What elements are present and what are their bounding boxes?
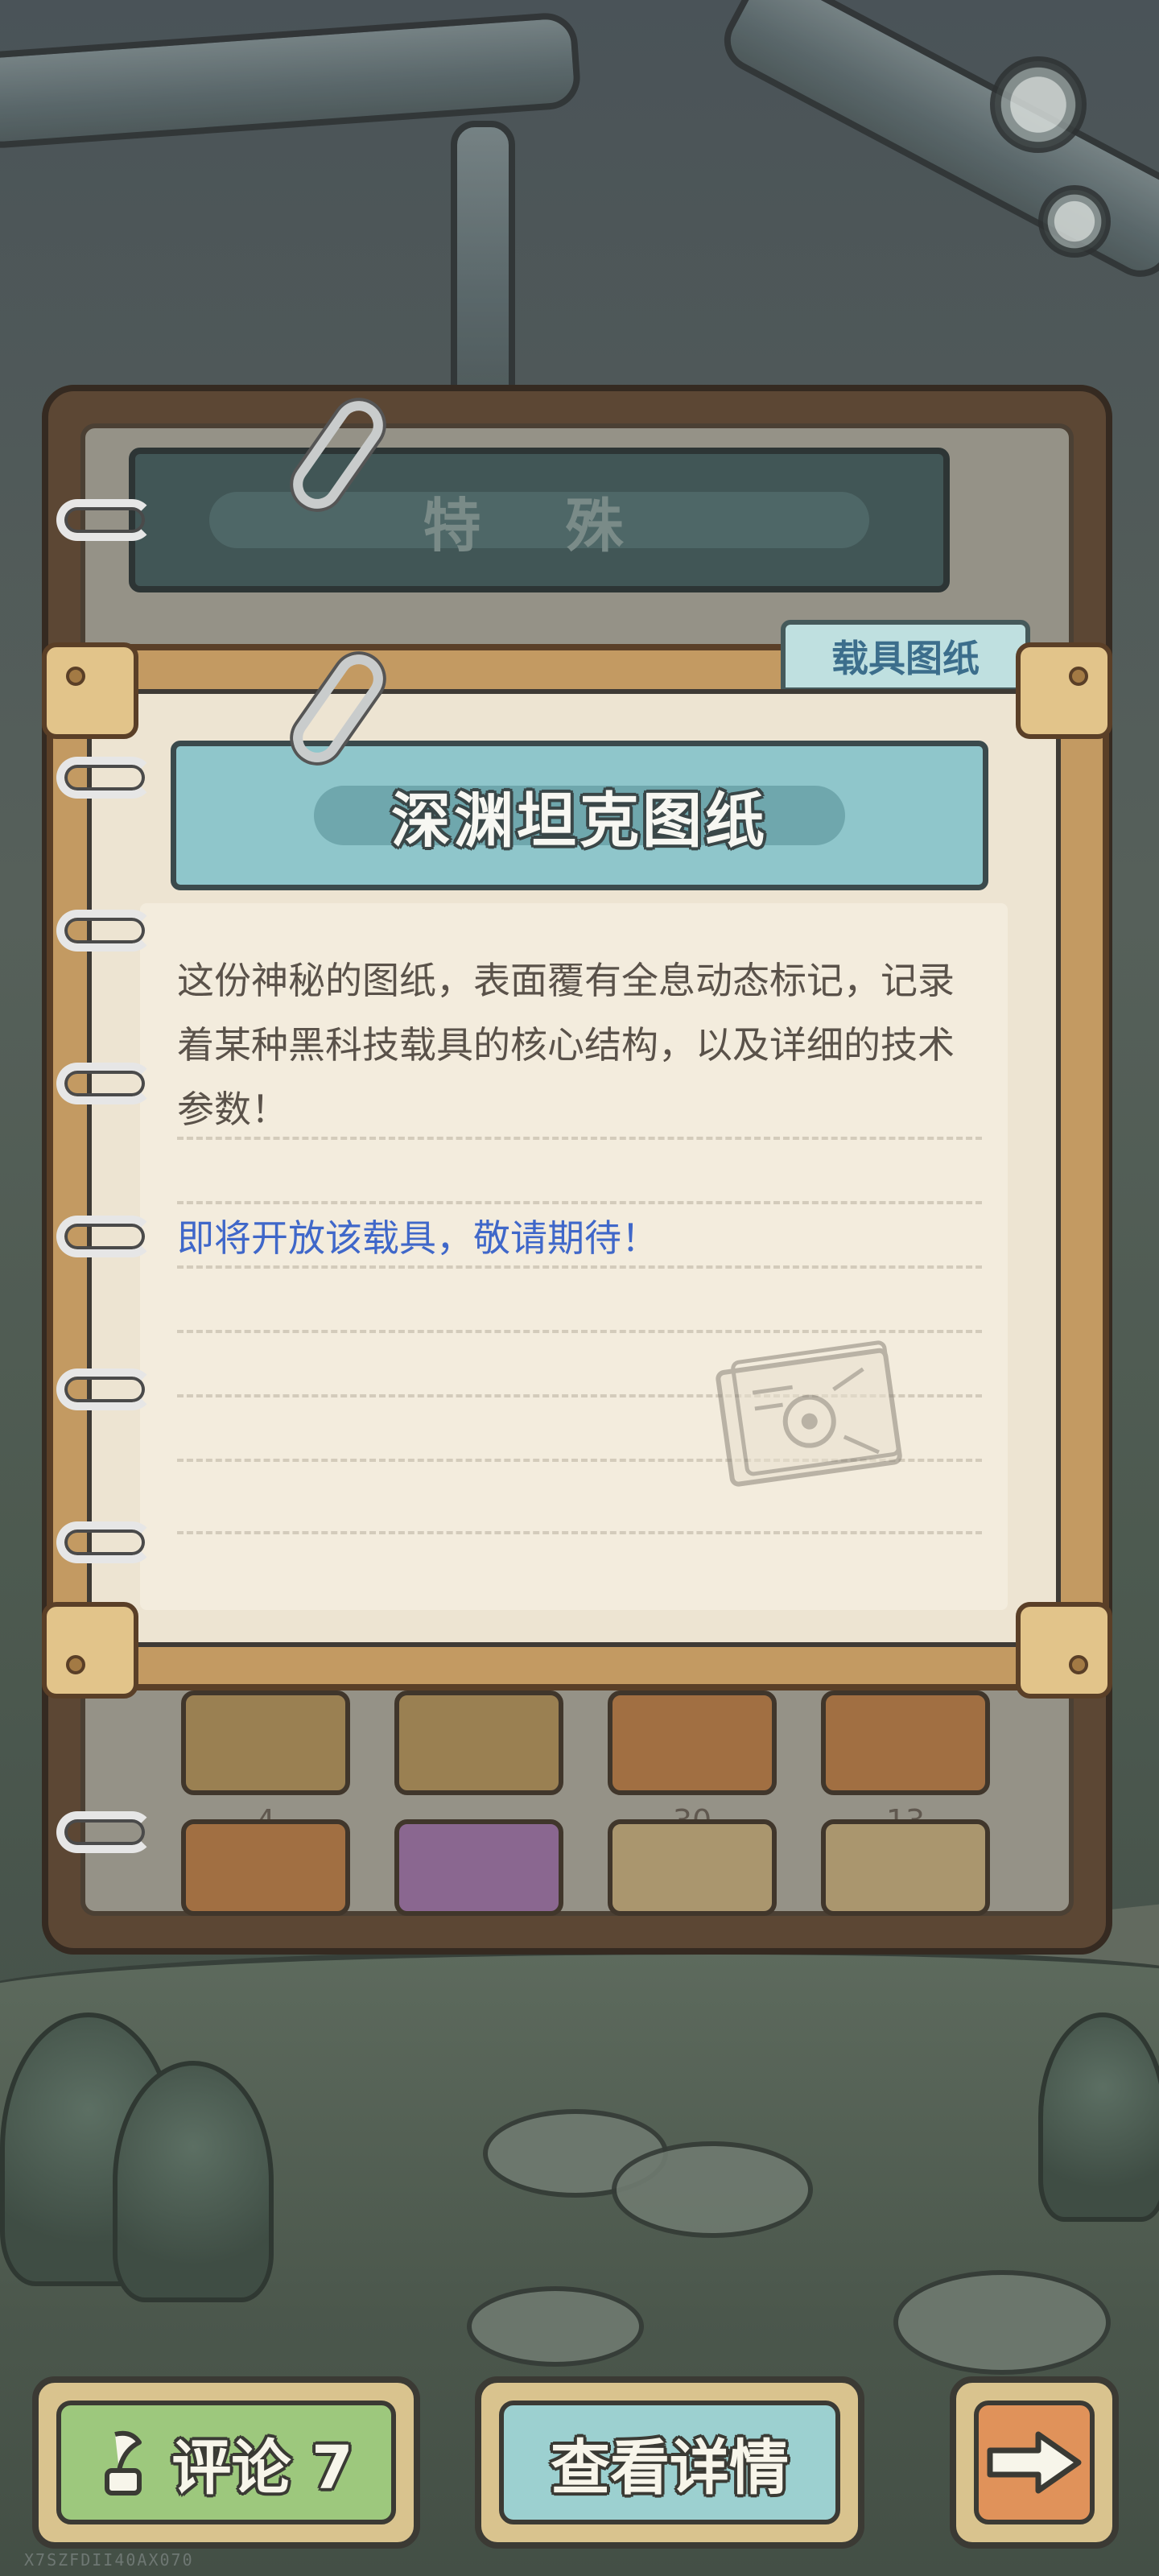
item-slot[interactable] [608,1819,777,1916]
view-details-button-label: 查看详情 [551,2433,789,2503]
pressure-gauge-icon [1038,185,1111,258]
rock-decoration [612,2141,813,2238]
bolt-icon [1069,667,1088,686]
ring-binder-icon [56,1811,153,1853]
comment-button-label: 评论 7 [171,2433,353,2503]
next-button[interactable] [950,2376,1119,2549]
view-details-button[interactable]: 查看详情 [475,2376,864,2549]
category-tab: 载具图纸 [781,620,1030,692]
plant-decoration [1038,2013,1159,2222]
ruled-line [177,1531,982,1534]
ruled-line [177,1201,982,1204]
bolt-icon [1069,1655,1088,1674]
item-slot[interactable] [181,1690,350,1795]
quill-icon [105,2430,142,2496]
ruled-line [177,1265,982,1269]
pressure-gauge-icon [990,56,1087,153]
card-corner [1016,1602,1112,1699]
ring-binder-icon [56,1521,153,1563]
bolt-icon [66,1655,85,1674]
comment-button[interactable]: 评论 7 [32,2376,420,2549]
plant-decoration [113,2061,274,2302]
view-details-button-content: 查看详情 [551,2420,789,2506]
item-slot[interactable] [181,1819,350,1916]
coming-soon-notice: 即将开放该载具，敬请期待！ [177,1216,658,1260]
arrow-right-icon [987,2431,1082,2494]
item-slot[interactable] [608,1690,777,1795]
ring-binder-icon [56,1063,153,1104]
item-slot[interactable] [394,1690,563,1795]
item-slot[interactable] [394,1819,563,1916]
comment-button-content: 评论 7 [99,2420,353,2506]
category-title: 特 殊 [423,491,656,559]
category-header: 特 殊 [129,448,950,592]
card-corner [42,1602,138,1699]
pipe-decoration [451,121,515,411]
blueprint-stamp-icon [716,1340,902,1487]
item-title: 深渊坦克图纸 [391,786,768,856]
item-title-pill: 深渊坦克图纸 [314,786,845,856]
ring-binder-icon [56,1368,153,1410]
rock-decoration [893,2270,1111,2375]
item-title-banner: 深渊坦克图纸 [171,741,988,890]
item-slot[interactable] [821,1690,990,1795]
ring-binder-icon [56,757,153,799]
card-corner [42,642,138,739]
watermark: X7SZFDII40AX070 [24,2550,194,2570]
ring-binder-icon [56,499,153,541]
category-tab-label: 载具图纸 [831,637,980,680]
bolt-icon [66,667,85,686]
rock-decoration [467,2286,644,2367]
ruled-line [177,1330,982,1333]
item-slot[interactable] [821,1819,990,1916]
ring-binder-icon [56,1216,153,1257]
ring-binder-icon [56,910,153,952]
item-description: 这份神秘的图纸，表面覆有全息动态标记，记录着某种黑科技载具的核心结构，以及详细的… [177,959,955,1131]
card-corner [1016,642,1112,739]
